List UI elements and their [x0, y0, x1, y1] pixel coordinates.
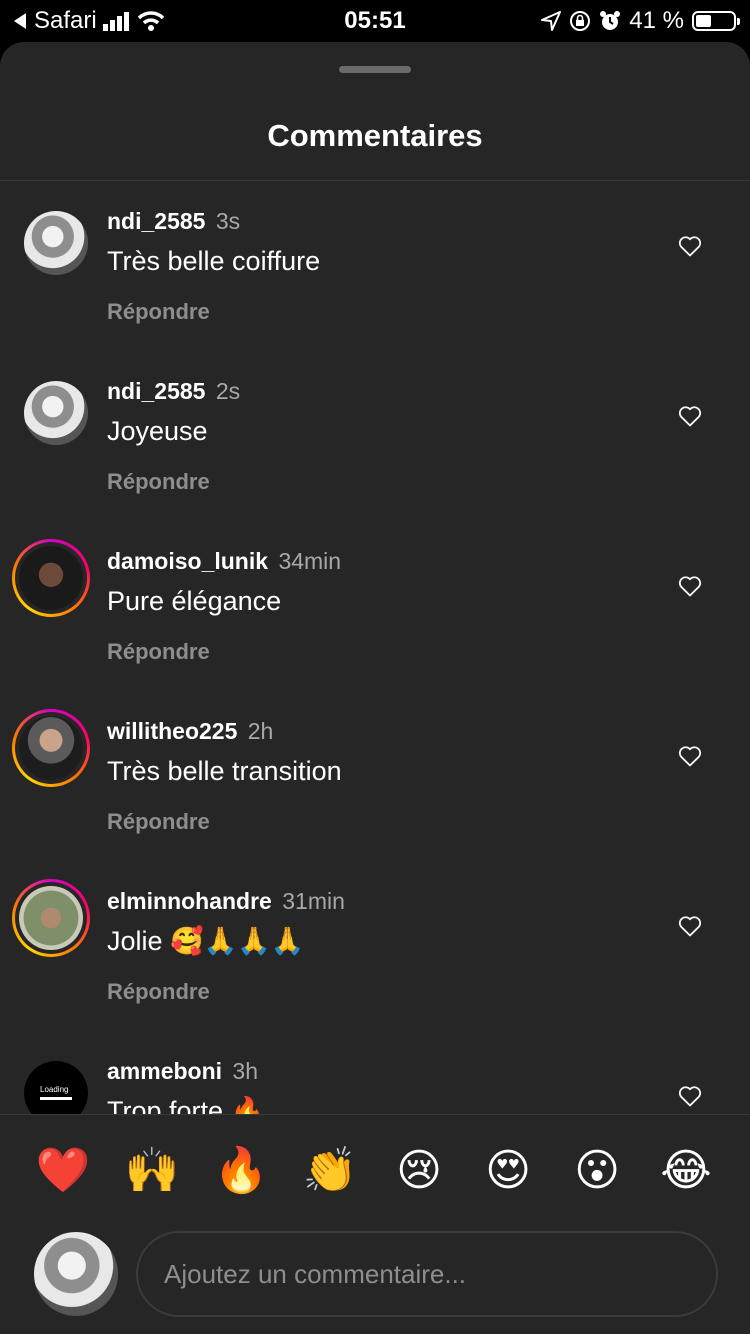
- reply-button[interactable]: Répondre: [107, 299, 647, 325]
- comment-item: willitheo225 2h Très belle transition Ré…: [0, 691, 750, 861]
- comment-username[interactable]: elminnohandre: [107, 888, 272, 914]
- comment-text: Jolie 🥰🙏🙏🙏: [107, 926, 305, 956]
- comment-text: Très belle coiffure: [107, 246, 321, 276]
- comment-item: damoiso_lunik 34min Pure élégance Répond…: [0, 521, 750, 691]
- emoji-raised-hands-button[interactable]: 🙌: [124, 1143, 180, 1199]
- emoji-heart-eyes-button[interactable]: 😍: [480, 1143, 536, 1199]
- emoji-surprised-button[interactable]: 😮: [569, 1143, 625, 1199]
- story-ring[interactable]: [12, 709, 90, 787]
- emoji-heart-button[interactable]: ❤️: [35, 1143, 91, 1199]
- avatar[interactable]: [19, 546, 83, 610]
- comment-text: Pure élégance: [107, 586, 282, 616]
- location-icon: [541, 11, 562, 31]
- comment-text: Très belle transition: [107, 756, 342, 786]
- comment-username[interactable]: ndi_2585: [107, 208, 205, 234]
- comment-username[interactable]: ammeboni: [107, 1058, 222, 1084]
- like-heart-icon[interactable]: [678, 405, 702, 427]
- emoji-clap-button[interactable]: 👏: [302, 1143, 358, 1199]
- reply-button[interactable]: Répondre: [107, 469, 647, 495]
- story-ring[interactable]: [12, 879, 90, 957]
- comment-username[interactable]: damoiso_lunik: [107, 548, 268, 574]
- comment-timestamp: 2h: [247, 718, 274, 744]
- comment-item: Loading ammeboni 3h Trop forte 🔥 Répondr…: [0, 1031, 750, 1114]
- comment-text: Joyeuse: [107, 416, 208, 446]
- comment-item: ndi_2585 2s Joyeuse Répondre: [0, 351, 750, 521]
- my-avatar: [34, 1232, 118, 1316]
- like-heart-icon[interactable]: [678, 745, 702, 767]
- status-bar: Safari 05:51 41 %: [0, 0, 750, 42]
- reply-button[interactable]: Répondre: [107, 639, 647, 665]
- like-heart-icon[interactable]: [678, 575, 702, 597]
- avatar[interactable]: [19, 716, 83, 780]
- alarm-icon: [600, 11, 621, 30]
- comment-timestamp: 2s: [215, 378, 241, 404]
- comment-text: Trop forte 🔥: [107, 1096, 265, 1114]
- avatar[interactable]: [24, 381, 88, 445]
- avatar[interactable]: [24, 211, 88, 275]
- emoji-crying-button[interactable]: 😢: [391, 1143, 447, 1199]
- emoji-laughing-button[interactable]: 😂: [658, 1143, 714, 1199]
- rotation-lock-icon: [570, 11, 591, 31]
- battery-percent: 41 %: [629, 7, 684, 34]
- comment-username[interactable]: willitheo225: [107, 718, 237, 744]
- story-ring[interactable]: [12, 539, 90, 617]
- comments-list[interactable]: ndi_2585 3s Très belle coiffure Répondre…: [0, 181, 750, 1114]
- comment-item: ndi_2585 3s Très belle coiffure Répondre: [0, 181, 750, 351]
- like-heart-icon[interactable]: [678, 235, 702, 257]
- comment-timestamp: 3h: [232, 1058, 259, 1084]
- comment-input[interactable]: [136, 1231, 718, 1317]
- comment-timestamp: 34min: [278, 548, 342, 574]
- comment-composer: ❤️ 🙌 🔥 👏 😢 😍 😮 😂: [0, 1115, 750, 1334]
- comment-item: elminnohandre 31min Jolie 🥰🙏🙏🙏 Répondre: [0, 861, 750, 1031]
- reply-button[interactable]: Répondre: [107, 979, 647, 1005]
- like-heart-icon[interactable]: [678, 915, 702, 937]
- comment-username[interactable]: ndi_2585: [107, 378, 205, 404]
- sheet-title: Commentaires: [267, 118, 483, 153]
- emoji-quick-bar: ❤️ 🙌 🔥 👏 😢 😍 😮 😂: [0, 1143, 750, 1199]
- avatar[interactable]: Loading: [24, 1061, 88, 1114]
- reply-button[interactable]: Répondre: [107, 809, 647, 835]
- emoji-fire-button[interactable]: 🔥: [213, 1143, 269, 1199]
- avatar-text: Loading: [40, 1085, 69, 1094]
- sheet-grabber[interactable]: [339, 66, 411, 73]
- comment-timestamp: 31min: [282, 888, 345, 914]
- comments-sheet: Commentaires ndi_2585 3s Très belle coif…: [0, 42, 750, 1334]
- like-heart-icon[interactable]: [678, 1085, 702, 1107]
- avatar[interactable]: [19, 886, 83, 950]
- comment-timestamp: 3s: [215, 208, 241, 234]
- battery-icon: [692, 11, 740, 31]
